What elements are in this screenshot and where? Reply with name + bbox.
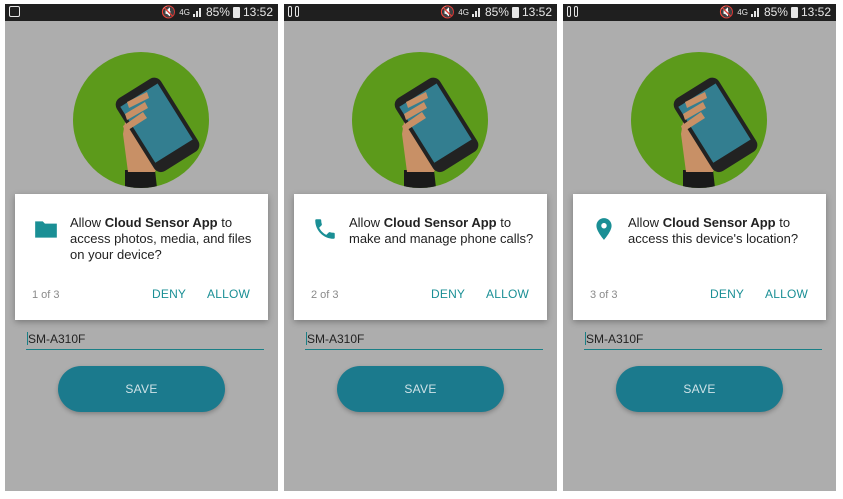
dialog-message: Allow Cloud Sensor App to access photos,… <box>70 215 252 262</box>
device-name-field[interactable]: SM-A310F <box>26 331 264 350</box>
clock: 13:52 <box>521 5 552 19</box>
notification-icon <box>9 6 20 17</box>
battery-percent: 85% <box>763 5 788 19</box>
allow-button[interactable]: ALLOW <box>486 287 529 301</box>
mute-icon: 🔇 <box>719 5 735 19</box>
battery-percent: 85% <box>484 5 509 19</box>
battery-icon <box>511 6 519 18</box>
battery-icon <box>232 6 240 18</box>
allow-button[interactable]: ALLOW <box>765 287 808 301</box>
permission-dialog: Allow Cloud Sensor App to access this de… <box>573 194 826 320</box>
deny-button[interactable]: DENY <box>431 287 465 301</box>
notification-icon <box>574 6 578 17</box>
permission-dialog: Allow Cloud Sensor App to access photos,… <box>15 194 268 320</box>
screen-2: 🔇 4G 85% 13:52 Allow Cloud Sensor App to… <box>284 4 557 491</box>
allow-button[interactable]: ALLOW <box>207 287 250 301</box>
screen-1: 🔇 4G 85% 13:52 Allow Cloud Sensor App to… <box>5 4 278 491</box>
battery-icon <box>790 6 798 18</box>
app-name: Cloud Sensor App <box>662 215 776 230</box>
save-button[interactable]: SAVE <box>616 366 783 412</box>
notification-icon <box>295 6 299 17</box>
network-type: 4G <box>737 7 748 17</box>
phone-in-hand-illustration <box>631 52 767 188</box>
save-button[interactable]: SAVE <box>58 366 225 412</box>
clock: 13:52 <box>800 5 831 19</box>
notification-icon <box>567 6 571 17</box>
notification-icons <box>9 6 20 17</box>
screen-3: 🔇 4G 85% 13:52 Allow Cloud Sensor App to… <box>563 4 836 491</box>
app-name: Cloud Sensor App <box>383 215 497 230</box>
status-right: 🔇 4G 85% 13:52 <box>161 5 273 19</box>
dialog-message: Allow Cloud Sensor App to make and manag… <box>349 215 534 246</box>
phone-in-hand-illustration <box>73 52 209 188</box>
location-pin-icon <box>596 218 612 240</box>
dialog-message: Allow Cloud Sensor App to access this de… <box>628 215 799 246</box>
clock: 13:52 <box>242 5 273 19</box>
device-name-field[interactable]: SM-A310F <box>584 331 822 350</box>
dialog-counter: 1 of 3 <box>32 289 60 301</box>
phone-in-hand-illustration <box>352 52 488 188</box>
save-button[interactable]: SAVE <box>337 366 504 412</box>
signal-icon <box>750 7 761 17</box>
permission-dialog: Allow Cloud Sensor App to make and manag… <box>294 194 547 320</box>
folder-icon <box>35 221 57 238</box>
dialog-counter: 3 of 3 <box>590 289 618 301</box>
app-name: Cloud Sensor App <box>104 215 218 230</box>
signal-icon <box>471 7 482 17</box>
status-bar: 🔇 4G 85% 13:52 <box>563 4 836 21</box>
dialog-counter: 2 of 3 <box>311 289 339 301</box>
notification-icon <box>288 6 292 17</box>
deny-button[interactable]: DENY <box>152 287 186 301</box>
notification-icons <box>567 6 578 17</box>
battery-percent: 85% <box>205 5 230 19</box>
signal-icon <box>192 7 203 17</box>
deny-button[interactable]: DENY <box>710 287 744 301</box>
phone-icon <box>315 219 335 239</box>
status-right: 🔇 4G 85% 13:52 <box>440 5 552 19</box>
mute-icon: 🔇 <box>440 5 456 19</box>
notification-icons <box>288 6 299 17</box>
network-type: 4G <box>179 7 190 17</box>
device-name-field[interactable]: SM-A310F <box>305 331 543 350</box>
status-bar: 🔇 4G 85% 13:52 <box>5 4 278 21</box>
mute-icon: 🔇 <box>161 5 177 19</box>
status-right: 🔇 4G 85% 13:52 <box>719 5 831 19</box>
network-type: 4G <box>458 7 469 17</box>
status-bar: 🔇 4G 85% 13:52 <box>284 4 557 21</box>
